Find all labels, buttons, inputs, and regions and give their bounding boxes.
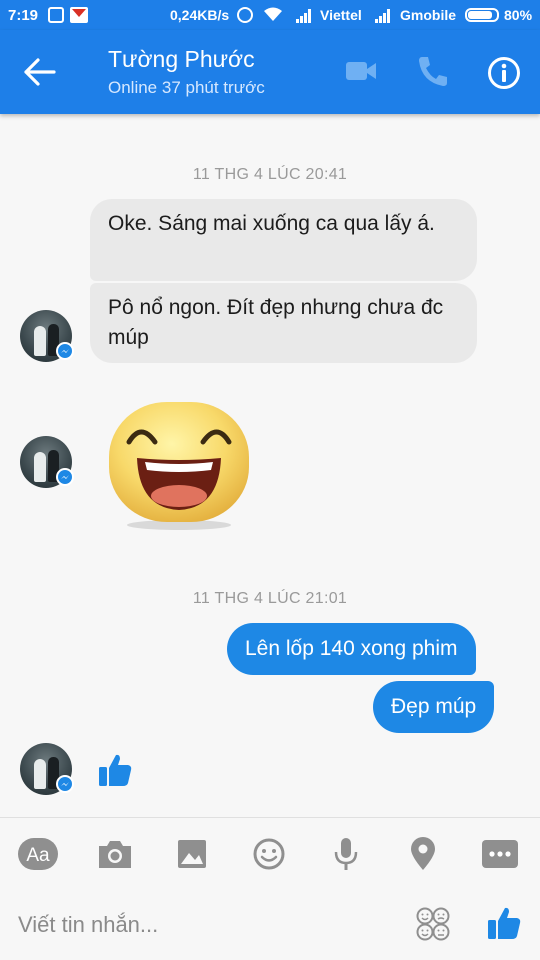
more-icon[interactable] <box>480 836 520 872</box>
arrow-left-icon[interactable] <box>22 56 58 88</box>
signal-icon <box>375 9 390 23</box>
messenger-badge-icon <box>56 468 74 486</box>
messenger-badge-icon <box>56 775 74 793</box>
emoji-icon[interactable] <box>249 836 289 872</box>
thumbs-up-icon[interactable] <box>486 905 522 941</box>
incoming-message[interactable]: Oke. Sáng mai xuống ca qua lấy á. <box>90 199 477 281</box>
sticker-faces-icon[interactable] <box>415 907 451 941</box>
video-camera-icon[interactable] <box>345 58 377 84</box>
thumbs-up-icon[interactable] <box>97 752 133 788</box>
avatar[interactable] <box>20 436 74 488</box>
photo-notification-icon <box>48 7 64 23</box>
microphone-icon[interactable] <box>326 836 366 872</box>
info-icon[interactable] <box>487 56 521 90</box>
incoming-message[interactable]: Pô nổ ngon. Đít đẹp nhưng chưa đc múp <box>90 283 477 363</box>
avatar[interactable] <box>20 743 74 795</box>
message-composer <box>0 889 540 960</box>
data-rate: 0,24KB/s <box>170 7 230 23</box>
composer-toolbar: Aa <box>0 817 540 889</box>
battery-icon <box>465 8 499 22</box>
outgoing-message[interactable]: Lên lốp 140 xong phim <box>227 623 476 675</box>
contact-name[interactable]: Tường Phước <box>108 46 255 73</box>
carrier-name: Gmobile <box>400 7 457 23</box>
status-time: 7:19 <box>8 7 39 24</box>
contact-status: Online 37 phút trước <box>108 78 265 97</box>
conversation-header: Tường Phước Online 37 phút trước <box>0 30 540 114</box>
gmail-notification-icon <box>70 7 88 23</box>
alarm-icon <box>237 7 253 23</box>
status-bar: 7:19 0,24KB/s Viettel Gmobile 80% <box>0 0 540 30</box>
carrier-name: Viettel <box>320 7 362 23</box>
camera-icon[interactable] <box>95 836 135 872</box>
location-icon[interactable] <box>403 836 443 872</box>
image-icon[interactable] <box>172 836 212 872</box>
battery-percent: 80% <box>504 7 533 23</box>
phone-icon[interactable] <box>416 54 448 88</box>
message-timestamp: 11 THG 4 LÚC 20:41 <box>192 166 348 183</box>
outgoing-message[interactable]: Đẹp múp <box>373 681 495 733</box>
avatar[interactable] <box>20 310 74 362</box>
wifi-icon <box>264 7 282 21</box>
laughing-face-sticker[interactable] <box>107 400 251 530</box>
text-format-icon[interactable]: Aa <box>18 836 58 872</box>
aa-label: Aa <box>26 845 50 866</box>
signal-icon <box>296 9 311 23</box>
message-timestamp: 11 THG 4 LÚC 21:01 <box>192 590 348 607</box>
message-input[interactable] <box>18 907 398 943</box>
messenger-badge-icon <box>56 342 74 360</box>
